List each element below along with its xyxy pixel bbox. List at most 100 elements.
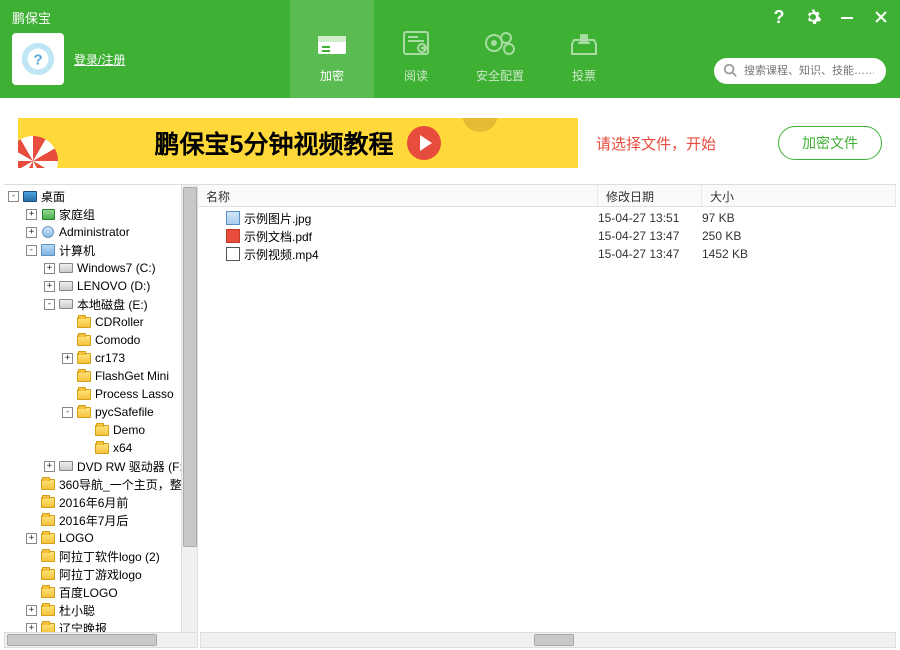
tree-scrollbar[interactable] [181, 185, 197, 633]
desk-icon [22, 189, 38, 203]
folder-icon [76, 387, 92, 401]
col-size[interactable]: 大小 [702, 185, 896, 206]
tree-label: 阿拉丁软件logo (2) [59, 548, 160, 565]
file-row[interactable]: 示例图片.jpg15-04-27 13:5197 KB [198, 209, 896, 227]
tree-node[interactable]: -计算机 [4, 241, 197, 259]
folder-icon [94, 423, 110, 437]
tab-security[interactable]: 安全配置 [458, 0, 542, 98]
folder-tree: -桌面+家庭组+Administrator-计算机+Windows7 (C:)+… [4, 185, 198, 648]
file-name: 示例图片.jpg [244, 210, 311, 227]
file-name: 示例文档.pdf [244, 228, 312, 245]
folder-icon [40, 477, 56, 491]
file-hscrollbar[interactable] [200, 632, 896, 648]
tree-node[interactable]: 2016年6月前 [4, 493, 197, 511]
tree-node[interactable]: +辽宁晚报 [4, 619, 197, 633]
toggle-icon[interactable]: + [26, 209, 37, 220]
toggle-icon[interactable]: - [8, 191, 19, 202]
tree-label: LENOVO (D:) [77, 279, 150, 293]
tree-label: CDRoller [95, 315, 144, 329]
tab-vote[interactable]: 投票 [542, 0, 626, 98]
folder-icon [40, 495, 56, 509]
drive-icon [58, 261, 74, 275]
tree-label: Process Lasso [95, 387, 174, 401]
tree-node[interactable]: +Administrator [4, 223, 197, 241]
jpg-icon [226, 211, 240, 225]
tree-label: FlashGet Mini [95, 369, 169, 383]
search-input[interactable] [714, 58, 886, 84]
tree-node[interactable]: 阿拉丁游戏logo [4, 565, 197, 583]
home-icon [40, 207, 56, 221]
tree-node[interactable]: + DVD RW 驱动器 (F:) [4, 457, 197, 475]
tree-node[interactable]: Demo [4, 421, 197, 439]
gear-icon[interactable] [802, 6, 824, 28]
tree-label: Comodo [95, 333, 140, 347]
file-date: 15-04-27 13:47 [598, 247, 702, 261]
toggle-icon[interactable]: + [62, 353, 73, 364]
toggle-icon[interactable]: - [62, 407, 73, 418]
minimize-icon[interactable] [836, 6, 858, 28]
tree-node[interactable]: + cr173 [4, 349, 197, 367]
toggle-icon[interactable]: + [44, 281, 55, 292]
file-size: 250 KB [702, 229, 896, 243]
tree-label: 百度LOGO [59, 584, 118, 601]
toggle-icon[interactable]: + [26, 227, 37, 238]
toggle-icon[interactable]: - [44, 299, 55, 310]
folder-icon [94, 441, 110, 455]
col-name[interactable]: 名称 [198, 185, 598, 206]
encrypt-button[interactable]: 加密文件 [778, 126, 882, 160]
drive-icon [58, 297, 74, 311]
tree-node[interactable]: - pycSafefile [4, 403, 197, 421]
tab-encrypt[interactable]: 加密 [290, 0, 374, 98]
toggle-icon[interactable]: + [44, 461, 55, 472]
tab-label: 加密 [320, 67, 344, 84]
tree-node[interactable]: CDRoller [4, 313, 197, 331]
file-row[interactable]: 示例文档.pdf 15-04-27 13:47250 KB [198, 227, 896, 245]
tree-node[interactable]: 2016年7月后 [4, 511, 197, 529]
tree-label: pycSafefile [95, 405, 154, 419]
folder-icon [76, 333, 92, 347]
tree-node[interactable]: x64 [4, 439, 197, 457]
tab-label: 阅读 [404, 67, 428, 84]
play-icon [407, 126, 441, 160]
folder-icon [40, 603, 56, 617]
tree-node[interactable]: Comodo [4, 331, 197, 349]
tree-label: 杜小聪 [59, 602, 95, 619]
file-row[interactable]: 示例视频.mp415-04-27 13:471452 KB [198, 245, 896, 263]
folder-icon [76, 405, 92, 419]
tab-read[interactable]: 阅读 [374, 0, 458, 98]
folder-icon [40, 567, 56, 581]
tutorial-banner[interactable]: 鹏保宝5分钟视频教程 [18, 118, 578, 168]
tree-node[interactable]: +Windows7 (C:) [4, 259, 197, 277]
tree-node[interactable]: Process Lasso [4, 385, 197, 403]
col-date[interactable]: 修改日期 [598, 185, 702, 206]
tree-node[interactable]: + 杜小聪 [4, 601, 197, 619]
drive-icon [58, 279, 74, 293]
toggle-icon[interactable]: - [26, 245, 37, 256]
tree-node[interactable]: + LOGO [4, 529, 197, 547]
tree-label: cr173 [95, 351, 125, 365]
tree-node[interactable]: 百度LOGO [4, 583, 197, 601]
file-date: 15-04-27 13:51 [598, 211, 702, 225]
file-date: 15-04-27 13:47 [598, 229, 702, 243]
tree-node[interactable]: FlashGet Mini [4, 367, 197, 385]
encrypt-icon [314, 27, 350, 59]
login-link[interactable]: 登录/注册 [74, 51, 125, 68]
pdf-icon [226, 229, 240, 243]
tree-label: LOGO [59, 531, 94, 545]
drive-icon [58, 459, 74, 473]
tree-node[interactable]: -本地磁盘 (E:) [4, 295, 197, 313]
tree-node[interactable]: + LENOVO (D:) [4, 277, 197, 295]
tree-node[interactable]: 360导航_一个主页，整 [4, 475, 197, 493]
toggle-icon[interactable]: + [26, 605, 37, 616]
toggle-icon[interactable]: + [26, 533, 37, 544]
avatar[interactable]: ? [12, 33, 64, 85]
tree-label: 2016年7月后 [59, 512, 128, 529]
tree-node[interactable]: +家庭组 [4, 205, 197, 223]
tree-node[interactable]: 阿拉丁软件logo (2) [4, 547, 197, 565]
tree-hscrollbar[interactable] [4, 632, 198, 648]
tree-label: DVD RW 驱动器 (F:) [77, 458, 187, 475]
close-icon[interactable] [870, 6, 892, 28]
toggle-icon[interactable]: + [44, 263, 55, 274]
help-icon[interactable]: ? [768, 6, 790, 28]
tree-node[interactable]: -桌面 [4, 187, 197, 205]
